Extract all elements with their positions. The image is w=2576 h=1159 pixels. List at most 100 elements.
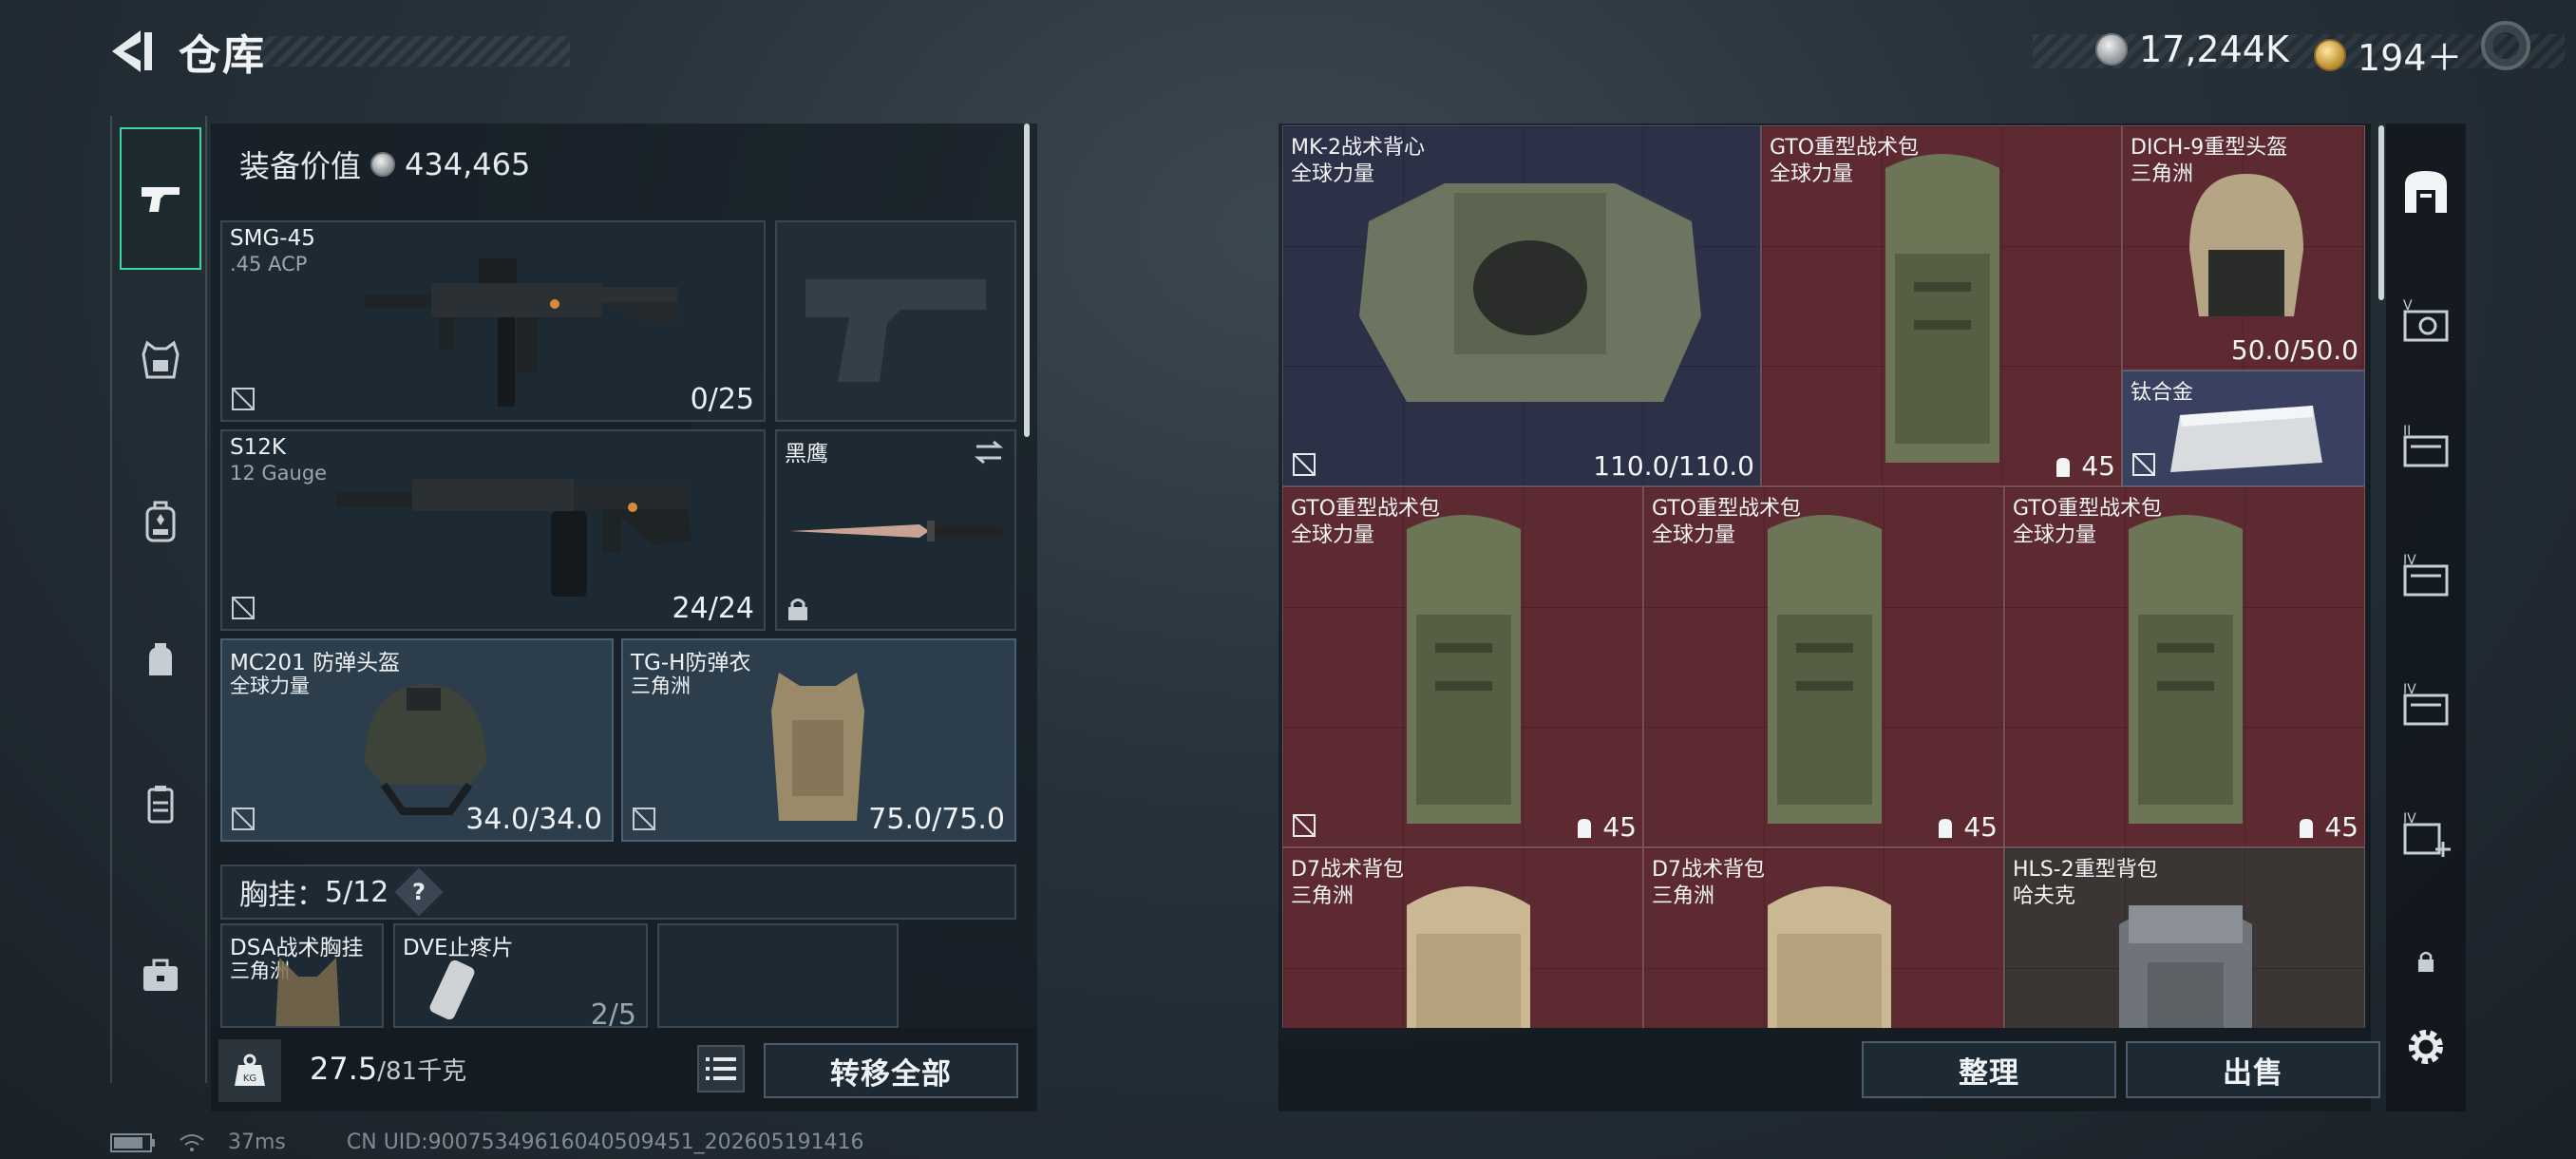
armor-image: [771, 673, 864, 821]
gold-amount: 194＋: [2358, 37, 2463, 79]
briefcase-icon: [143, 959, 178, 991]
backpack-image: [2119, 905, 2252, 1028]
gear-icon: [2409, 1030, 2443, 1064]
storage-item[interactable]: D7战术背包 三角洲: [1282, 847, 1643, 1028]
armor-durability: 75.0/75.0: [868, 803, 1005, 836]
back-button[interactable]: [103, 25, 160, 78]
silver-currency[interactable]: 17,244K: [2095, 28, 2289, 70]
pistol-placeholder-icon: [805, 279, 986, 382]
smg-image: [365, 258, 678, 407]
item-durability: 50.0/50.0: [2230, 334, 2358, 366]
tab-storage-main[interactable]: [2392, 158, 2460, 226]
helmet-slot[interactable]: MC201 防弹头盔 全球力量 34.0/34.0: [220, 638, 614, 842]
rig-icon: [149, 643, 172, 675]
transfer-all-button[interactable]: 转移全部: [764, 1043, 1018, 1098]
storage-item[interactable]: HLS-2重型背包 哈夫克: [2004, 847, 2365, 1028]
painkiller-image: [429, 960, 475, 1020]
tab-weapons[interactable]: [120, 127, 201, 270]
rig-slot-empty[interactable]: [657, 923, 899, 1028]
sort-button[interactable]: 整理: [1862, 1041, 2116, 1098]
equipment-scrollbar[interactable]: [1024, 124, 1030, 437]
storage-iv-icon: IV: [2403, 682, 2449, 726]
secondary-weapon-slot[interactable]: S12K 12 Gauge 24/24: [220, 429, 766, 631]
tab-armor[interactable]: [120, 289, 201, 431]
rig-item-count: 2/5: [590, 998, 636, 1028]
storage-ii-icon: II: [2403, 424, 2449, 467]
unmarked-icon: [633, 808, 655, 830]
capacity-icon: [2300, 818, 2314, 838]
storage-v-icon: V: [2403, 298, 2449, 342]
tab-rig[interactable]: [120, 591, 201, 733]
storage-item[interactable]: GTO重型战术包 全球力量 45: [1761, 125, 2122, 486]
backpack-image: [1768, 886, 1891, 1028]
title-decoration: [237, 36, 570, 66]
backpack-image: [1885, 154, 1999, 463]
weapon-caliber: .45 ACP: [230, 253, 308, 276]
tab-storage-iv[interactable]: IV: [2392, 540, 2460, 608]
unmarked-icon: [232, 597, 255, 619]
backpack-icon: [145, 501, 176, 542]
primary-weapon-slot[interactable]: SMG-45 .45 ACP 0/25: [220, 220, 766, 422]
tab-storage-iv-2[interactable]: IV: [2392, 669, 2460, 737]
tab-storage-ii[interactable]: II: [2392, 410, 2460, 479]
swap-icon[interactable]: [973, 439, 1005, 466]
pouch-icon: [147, 786, 174, 824]
rig-slot[interactable]: DVE止疼片 2/5: [393, 923, 648, 1028]
equipment-value: 装备价值 434,465: [239, 142, 530, 186]
sell-button[interactable]: 出售: [2126, 1041, 2380, 1098]
tab-pouch[interactable]: [120, 733, 201, 876]
storage-item[interactable]: MK-2战术背心 全球力量 110.0/110.0: [1282, 125, 1761, 486]
settings-button[interactable]: [2392, 1013, 2460, 1081]
equipment-value-amount: 434,465: [405, 146, 531, 182]
tab-storage-v[interactable]: V: [2392, 285, 2460, 353]
battery-icon: [110, 1132, 155, 1152]
pistol-slot[interactable]: [775, 220, 1016, 422]
item-faction: 全球力量: [1291, 523, 1375, 547]
chest-rig-count: 5/12: [325, 875, 389, 909]
storage-item[interactable]: GTO重型战术包 全球力量 45: [1643, 486, 2004, 847]
backpack-image: [1407, 515, 1521, 824]
helmet-faction: 全球力量: [230, 674, 310, 697]
equipment-value-label: 装备价值: [239, 148, 362, 184]
item-capacity: 45: [1933, 811, 1998, 843]
category-rail: [110, 116, 207, 1083]
wifi-icon: [180, 1133, 204, 1151]
unmarked-icon: [1293, 453, 1316, 476]
silver-coin-icon: [2095, 33, 2128, 66]
storage-item[interactable]: GTO重型战术包 全球力量 45: [1282, 486, 1643, 847]
uid-readout: CN UID:900753496160405094​51_20260519141…: [346, 1130, 864, 1154]
storage-item[interactable]: DICH-9重型头盔 三角洲 50.0/50.0: [2122, 125, 2365, 370]
weapon-ammo: 24/24: [672, 592, 754, 625]
storage-grid: MK-2战术背心 全球力量 110.0/110.0 GTO重型战术包 全球力量 …: [1282, 125, 2367, 1028]
chest-rig-image: [275, 958, 340, 1026]
storage-iv-icon: IV: [2403, 553, 2449, 597]
list-view-button[interactable]: [697, 1045, 745, 1092]
storage-item[interactable]: D7战术背包 三角洲: [1643, 847, 2004, 1028]
ring-icon[interactable]: [2481, 21, 2530, 70]
ping-readout: 37ms: [228, 1130, 286, 1154]
gold-coin-icon: [2314, 38, 2346, 71]
tab-storage-add[interactable]: IV: [2392, 798, 2460, 866]
rig-slot[interactable]: DSA战术胸挂 三角洲: [220, 923, 384, 1028]
unmarked-icon: [2132, 453, 2155, 476]
item-capacity: 45: [2051, 450, 2115, 482]
storage-item[interactable]: GTO重型战术包 全球力量 45: [2004, 486, 2365, 847]
help-icon[interactable]: ?: [394, 867, 444, 917]
melee-slot[interactable]: 黑鹰: [775, 429, 1016, 631]
weapon-name: S12K: [230, 435, 286, 460]
storage-scrollbar[interactable]: [2378, 125, 2384, 300]
weight-current: 27.5: [310, 1051, 378, 1087]
item-name: 钛合金: [2131, 381, 2194, 405]
gold-currency[interactable]: 194＋: [2314, 28, 2463, 81]
storage-item[interactable]: 钛合金: [2122, 370, 2365, 486]
weight-max: /81千克: [377, 1057, 467, 1086]
tab-locked[interactable]: [2392, 927, 2460, 996]
tab-case[interactable]: [120, 904, 201, 1047]
tab-backpack[interactable]: [120, 450, 201, 593]
weapon-name: SMG-45: [230, 226, 315, 251]
armor-slot[interactable]: TG-H防弹衣 三角洲 75.0/75.0: [621, 638, 1016, 842]
unmarked-icon: [232, 808, 255, 830]
warehouse-icon: [2405, 171, 2447, 213]
backpack-image: [2129, 515, 2243, 824]
pistol-icon: [142, 187, 180, 212]
